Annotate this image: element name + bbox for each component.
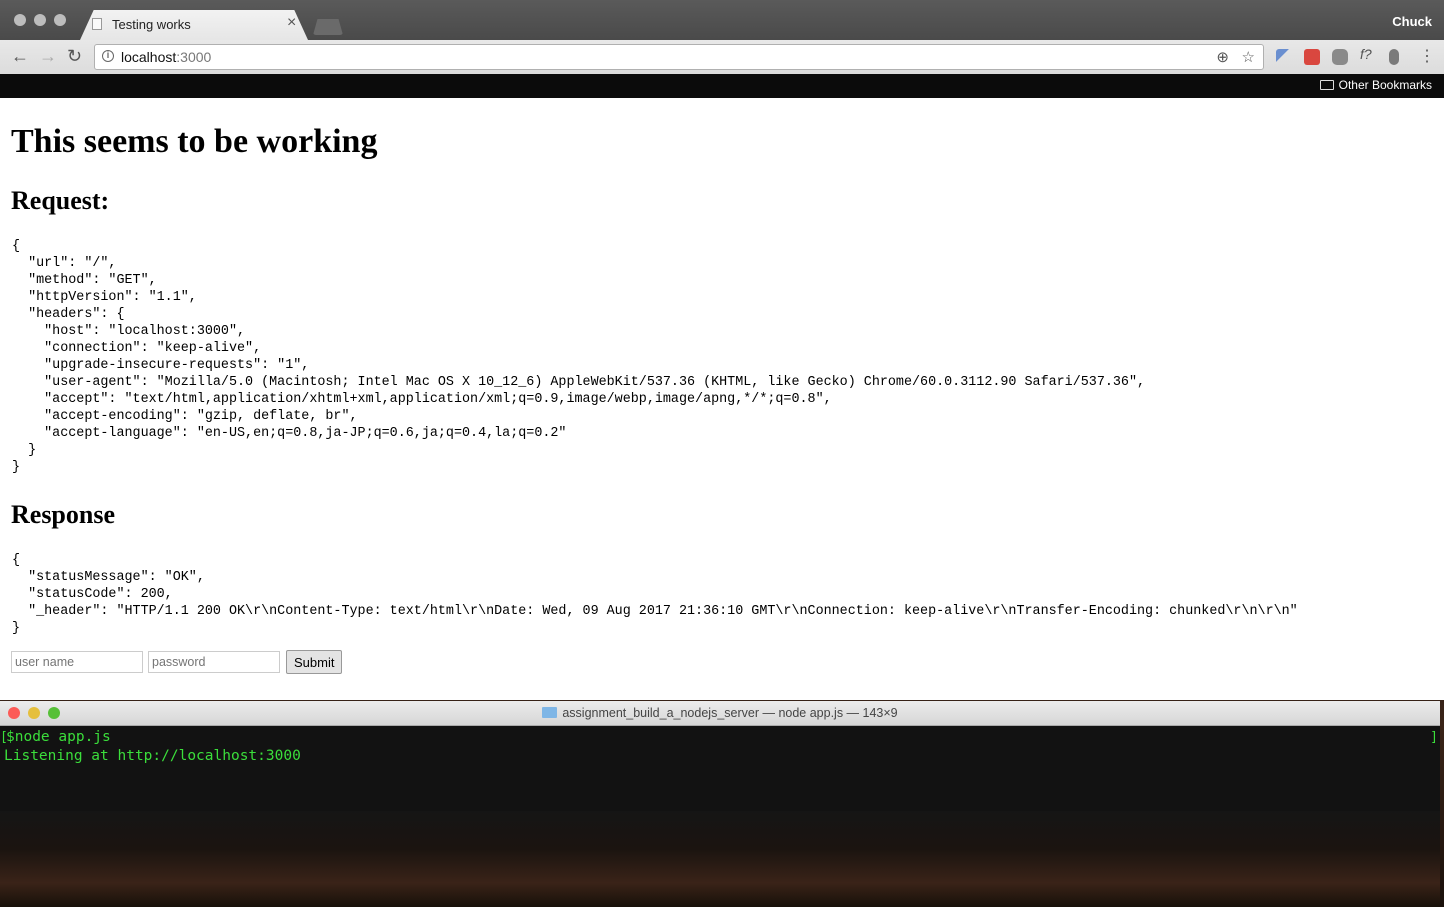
back-arrow-icon[interactable]: ← (11, 46, 29, 67)
terminal-line-1: $node app.js (6, 729, 111, 745)
extension-formula-icon[interactable]: f? (1360, 46, 1376, 62)
folder-icon (542, 707, 558, 718)
star-icon[interactable]: ☆ (1242, 48, 1255, 66)
info-icon[interactable]: i (102, 50, 114, 62)
bookmark-folder-other[interactable]: Other Bookmarks (1319, 78, 1432, 92)
new-tab-button[interactable] (313, 19, 343, 35)
terminal-window: assignment_build_a_nodejs_server — node … (0, 701, 1440, 907)
extension-red-icon[interactable] (1304, 49, 1320, 65)
folder-icon (1319, 80, 1334, 90)
url-port: :3000 (176, 49, 212, 65)
terminal-title: assignment_build_a_nodejs_server — node … (0, 706, 1440, 720)
browser-window: Testing works × Chuck ← → ↻ i localhost:… (0, 0, 1444, 700)
address-bar[interactable]: i localhost:3000 ⊕ ☆ (94, 44, 1264, 70)
password-input[interactable] (148, 651, 280, 673)
file-icon (92, 18, 102, 30)
tab-strip: Testing works × Chuck (0, 0, 1444, 40)
forward-arrow-icon[interactable]: → (39, 46, 57, 67)
request-json: { "url": "/", "method": "GET", "httpVers… (12, 239, 1146, 475)
terminal-background (0, 811, 1440, 907)
browser-toolbar: ← → ↻ i localhost:3000 ⊕ ☆ f? ⋮ (0, 40, 1444, 75)
terminal-bracket-right: ] (1430, 730, 1438, 745)
close-icon[interactable]: × (287, 14, 296, 32)
username-input[interactable] (11, 651, 143, 673)
page-title: This seems to be working (11, 123, 378, 160)
bookmarks-bar: Other Bookmarks (0, 74, 1444, 98)
terminal-titlebar: assignment_build_a_nodejs_server — node … (0, 701, 1440, 726)
extension-mouse-icon[interactable] (1389, 49, 1399, 65)
reload-icon[interactable]: ↻ (67, 46, 82, 67)
submit-button[interactable]: Submit (286, 650, 343, 674)
page-content: This seems to be working Request: { "url… (0, 98, 1440, 700)
login-form: Submit (11, 650, 343, 674)
url-host: localhost (121, 49, 177, 65)
tab-title: Testing works (112, 17, 191, 32)
response-json: { "statusMessage": "OK", "statusCode": 2… (12, 553, 1298, 636)
response-heading: Response (11, 500, 116, 529)
profile-name[interactable]: Chuck (1392, 14, 1432, 29)
bookmark-folder-label: Other Bookmarks (1338, 78, 1432, 92)
terminal-line-2: Listening at http://localhost:3000 (4, 748, 301, 764)
window-close-button[interactable] (14, 14, 26, 26)
menu-icon[interactable]: ⋮ (1419, 46, 1435, 66)
extension-pen-icon[interactable] (1276, 49, 1292, 65)
terminal-title-text: assignment_build_a_nodejs_server — node … (562, 706, 898, 720)
zoom-icon[interactable]: ⊕ (1216, 48, 1229, 66)
window-minimize-button[interactable] (34, 14, 46, 26)
url-text[interactable]: localhost:3000 (121, 49, 211, 65)
request-heading: Request: (11, 186, 110, 215)
terminal-output[interactable]: [$node app.js Listening at http://localho… (0, 726, 1440, 811)
extension-shield-icon[interactable] (1332, 49, 1348, 65)
window-zoom-button[interactable] (54, 14, 66, 26)
